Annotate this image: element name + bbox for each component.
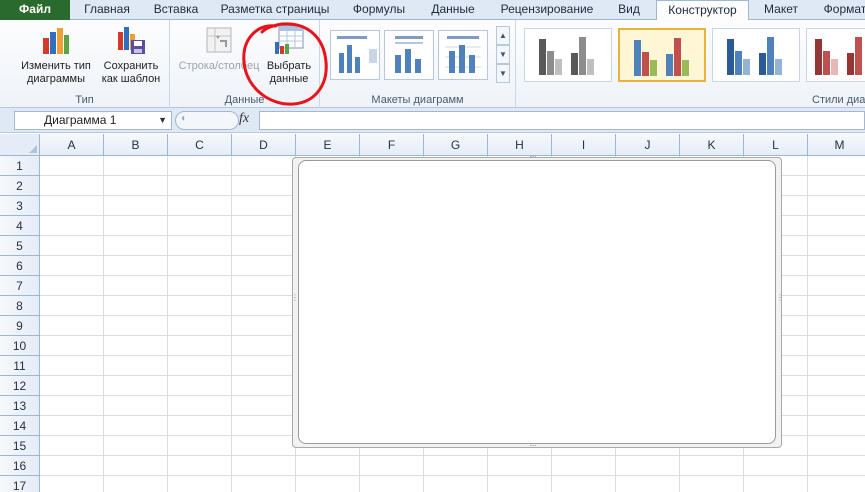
save-template-icon xyxy=(118,27,145,54)
chart-style-red-icon xyxy=(815,37,862,75)
tab-chart-format[interactable]: Формат xyxy=(815,0,865,20)
column-header[interactable]: M xyxy=(808,134,865,156)
tab-data[interactable]: Данные xyxy=(422,0,484,20)
row-header[interactable]: 15 xyxy=(0,436,40,456)
more-layouts-icon[interactable]: ▼ xyxy=(496,64,510,83)
column-header[interactable]: C xyxy=(168,134,232,156)
row-header[interactable]: 14 xyxy=(0,416,40,436)
worksheet-grid[interactable]: ABCDEFGHIJKLM 1 2 3 4 5 6 7 8 9 10 11 12 13 14 15 16 17 … xyxy=(0,134,865,492)
column-header[interactable]: G xyxy=(424,134,488,156)
row-header[interactable]: 3 xyxy=(0,196,40,216)
chart-layout-1-icon xyxy=(337,36,377,73)
chart-layout-3-thumbnail[interactable] xyxy=(438,30,488,80)
expand-grip-icon: ◖ xyxy=(180,113,187,124)
row-header[interactable]: 8 xyxy=(0,296,40,316)
tab-chart-layout[interactable]: Макет xyxy=(755,0,807,20)
name-box-dropdown-icon[interactable]: ▼ xyxy=(158,112,167,129)
name-box[interactable]: Диаграмма 1 ▼ xyxy=(14,111,172,130)
column-header[interactable]: D xyxy=(232,134,296,156)
row-header[interactable]: 1 xyxy=(0,156,40,176)
change-chart-type-button[interactable]: Изменить тип диаграммы xyxy=(14,24,98,86)
formula-bar: Диаграмма 1 ▼ ◖ fx xyxy=(0,108,865,133)
tab-formulas[interactable]: Формулы xyxy=(344,0,414,20)
column-header[interactable]: F xyxy=(360,134,424,156)
column-header[interactable]: B xyxy=(104,134,168,156)
row-gridline xyxy=(40,475,865,476)
tab-page-layout[interactable]: Разметка страницы xyxy=(215,0,335,20)
row-header[interactable]: 5 xyxy=(0,236,40,256)
tab-review[interactable]: Рецензирование xyxy=(492,0,602,20)
tab-home[interactable]: Главная xyxy=(74,0,140,20)
row-gridline xyxy=(40,455,865,456)
group-type-label: Тип xyxy=(75,94,94,106)
chart-plot-area[interactable] xyxy=(298,160,776,444)
chart-style-gray-thumbnail[interactable] xyxy=(524,28,612,82)
tab-view[interactable]: Вид xyxy=(610,0,648,20)
formula-bar-expand-control[interactable]: ◖ xyxy=(175,111,239,130)
chart-style-red-thumbnail[interactable] xyxy=(806,28,865,82)
chart-layout-2-thumbnail[interactable] xyxy=(384,30,434,80)
group-chart-styles-label: Стили диаграмм xyxy=(812,94,865,106)
column-gridline xyxy=(231,156,232,492)
chart-layout-2-icon xyxy=(395,36,423,73)
chart-resize-handle-top[interactable]: ···· xyxy=(529,153,537,161)
chart-style-multicolor-thumbnail[interactable] xyxy=(618,28,706,82)
group-type: Изменить тип диаграммы Сохранить как шаб… xyxy=(0,20,170,108)
switch-row-column-icon xyxy=(206,27,232,53)
column-header[interactable]: H xyxy=(488,134,552,156)
change-chart-type-icon xyxy=(43,28,69,54)
change-chart-type-label: Изменить тип диаграммы xyxy=(21,60,91,85)
row-header[interactable]: 4 xyxy=(0,216,40,236)
row-header[interactable]: 2 xyxy=(0,176,40,196)
save-as-template-button[interactable]: Сохранить как шаблон xyxy=(96,24,166,86)
annotation-circle xyxy=(242,22,328,106)
group-chart-layouts: ▲ ▼ ▼ Макеты диаграмм xyxy=(320,20,516,108)
row-header[interactable]: 7 xyxy=(0,276,40,296)
row-header[interactable]: 6 xyxy=(0,256,40,276)
row-header[interactable]: 12 xyxy=(0,376,40,396)
chart-layout-1-thumbnail[interactable] xyxy=(330,30,380,80)
group-chart-styles: Стили диаграмм xyxy=(516,20,865,108)
chart-style-gray-icon xyxy=(539,37,594,75)
group-chart-layouts-label: Макеты диаграмм xyxy=(371,94,464,106)
chart-object[interactable]: ⋮ ⋮ ···· ···· xyxy=(291,153,784,450)
column-header[interactable]: J xyxy=(616,134,680,156)
chart-style-multicolor-icon xyxy=(634,38,689,76)
ribbon-tab-bar: Файл Главная Вставка Разметка страницы Ф… xyxy=(0,0,865,21)
row-header[interactable]: 11 xyxy=(0,356,40,376)
scroll-up-icon[interactable]: ▲ xyxy=(496,26,510,45)
name-box-value: Диаграмма 1 xyxy=(44,113,117,127)
scroll-down-icon[interactable]: ▼ xyxy=(496,45,510,64)
row-header[interactable]: 9 xyxy=(0,316,40,336)
formula-controls: ◖ fx xyxy=(175,111,259,130)
column-header[interactable]: A xyxy=(40,134,104,156)
chart-resize-handle-right[interactable]: ⋮ xyxy=(776,294,784,302)
column-gridline xyxy=(103,156,104,492)
chart-layout-3-icon xyxy=(445,36,481,73)
tab-chart-design[interactable]: Конструктор xyxy=(656,0,749,21)
insert-function-icon[interactable]: fx xyxy=(239,111,249,127)
column-header[interactable]: I xyxy=(552,134,616,156)
column-header[interactable]: E xyxy=(296,134,360,156)
formula-input[interactable] xyxy=(259,111,865,130)
ribbon: Изменить тип диаграммы Сохранить как шаб… xyxy=(0,20,865,108)
column-gridline xyxy=(167,156,168,492)
column-header[interactable]: K xyxy=(680,134,744,156)
chart-style-blue-thumbnail[interactable] xyxy=(712,28,800,82)
tab-insert[interactable]: Вставка xyxy=(143,0,209,20)
row-header[interactable]: 10 xyxy=(0,336,40,356)
column-header[interactable]: L xyxy=(744,134,808,156)
tab-file[interactable]: Файл xyxy=(0,0,70,20)
chart-layouts-scroll: ▲ ▼ ▼ xyxy=(496,26,510,84)
row-header[interactable]: 16 xyxy=(0,456,40,476)
chart-resize-handle-bottom[interactable]: ···· xyxy=(529,442,537,450)
select-all-corner[interactable] xyxy=(0,134,40,156)
row-header[interactable]: 17 xyxy=(0,476,40,492)
column-gridline xyxy=(807,156,808,492)
chart-resize-handle-left[interactable]: ⋮ xyxy=(291,294,299,302)
chart-style-blue-icon xyxy=(727,37,782,75)
save-as-template-label: Сохранить как шаблон xyxy=(101,60,161,85)
row-header[interactable]: 13 xyxy=(0,396,40,416)
